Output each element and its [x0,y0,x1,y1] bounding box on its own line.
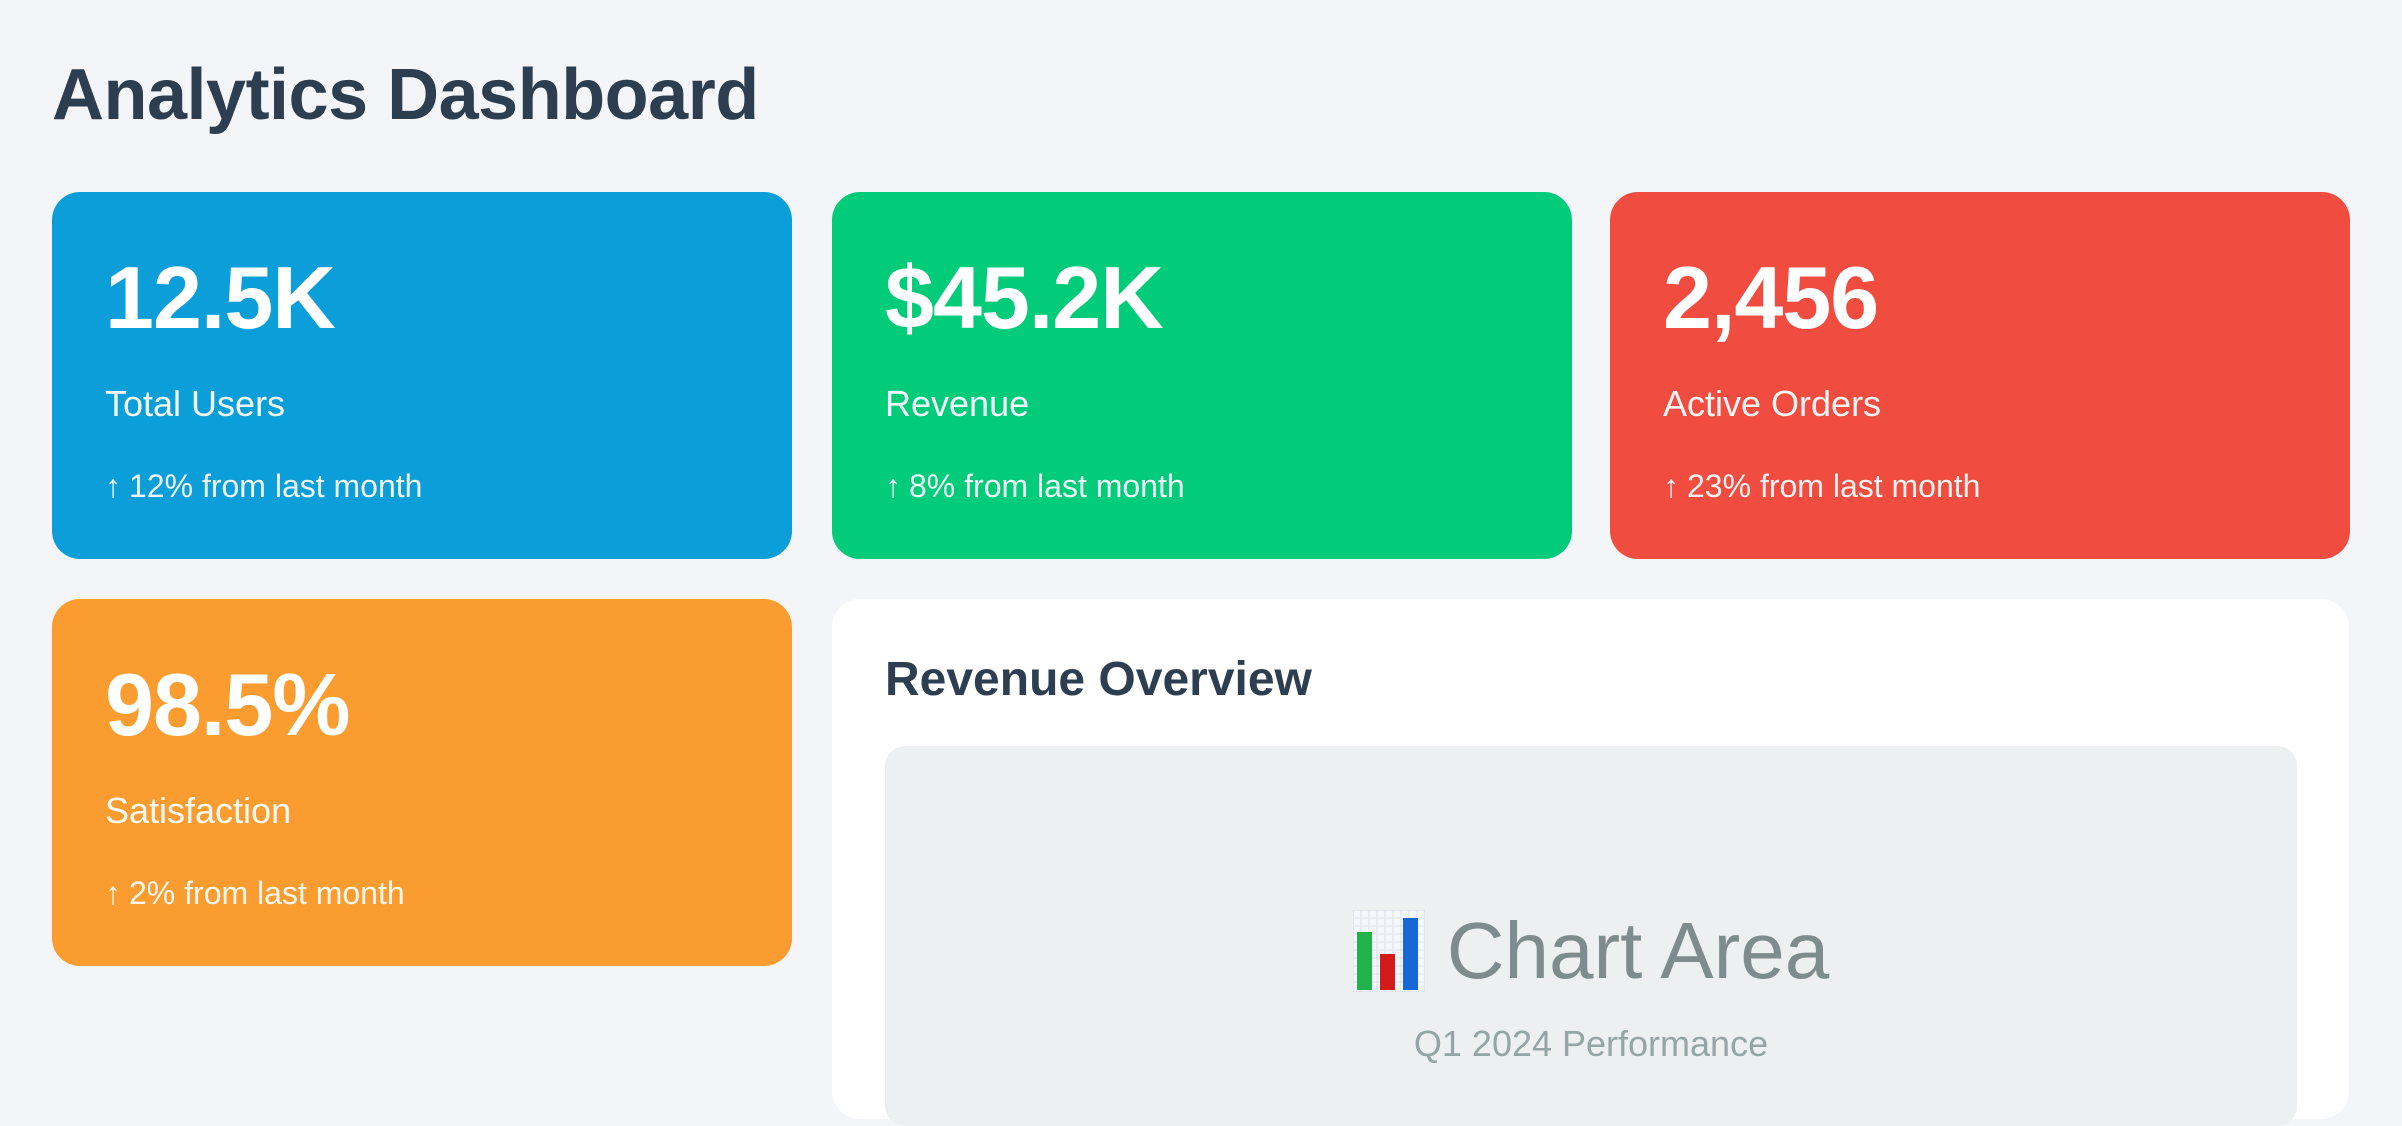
arrow-up-icon: ↑ [105,468,121,504]
stat-change: ↑ 12% from last month [105,467,422,505]
chart-subtitle: Q1 2024 Performance [1413,1023,1769,1064]
bar-chart-icon [1352,910,1425,992]
stat-change-text: 2% from last month [129,875,405,911]
arrow-up-icon: ↑ [885,468,901,504]
stat-change: ↑ 8% from last month [885,467,1185,505]
stat-value: 2,456 [1663,248,1879,347]
stat-change-text: 12% from last month [129,468,423,504]
stat-change-text: 23% from last month [1687,468,1981,504]
stat-card-satisfaction[interactable]: 98.5% Satisfaction ↑ 2% from last month [52,599,792,966]
stat-value: 12.5K [105,248,336,347]
revenue-overview-card: Revenue Overview Chart Area Q1 2024 Perf… [832,599,2349,1126]
chart-area-label: Chart Area [1446,906,1830,995]
arrow-up-icon: ↑ [1663,468,1679,504]
stat-card-revenue[interactable]: $45.2K Revenue ↑ 8% from last month [832,192,1572,559]
stat-change: ↑ 2% from last month [105,874,405,912]
page-title: Analytics Dashboard [52,55,759,135]
arrow-up-icon: ↑ [105,875,121,911]
stat-change: ↑ 23% from last month [1663,467,1980,505]
stat-label: Revenue [885,383,1030,424]
stat-value: 98.5% [105,655,351,754]
stat-label: Total Users [105,383,286,424]
chart-area[interactable]: Chart Area Q1 2024 Performance [885,746,2297,1126]
stat-card-active-orders[interactable]: 2,456 Active Orders ↑ 23% from last month [1610,192,2350,559]
stat-value: $45.2K [885,248,1164,347]
chart-placeholder: Chart Area [885,903,2297,999]
stat-card-total-users[interactable]: 12.5K Total Users ↑ 12% from last month [52,192,792,559]
stat-label: Active Orders [1663,383,1882,424]
stat-change-text: 8% from last month [909,468,1185,504]
stat-label: Satisfaction [105,790,292,831]
chart-title: Revenue Overview [885,653,1312,706]
